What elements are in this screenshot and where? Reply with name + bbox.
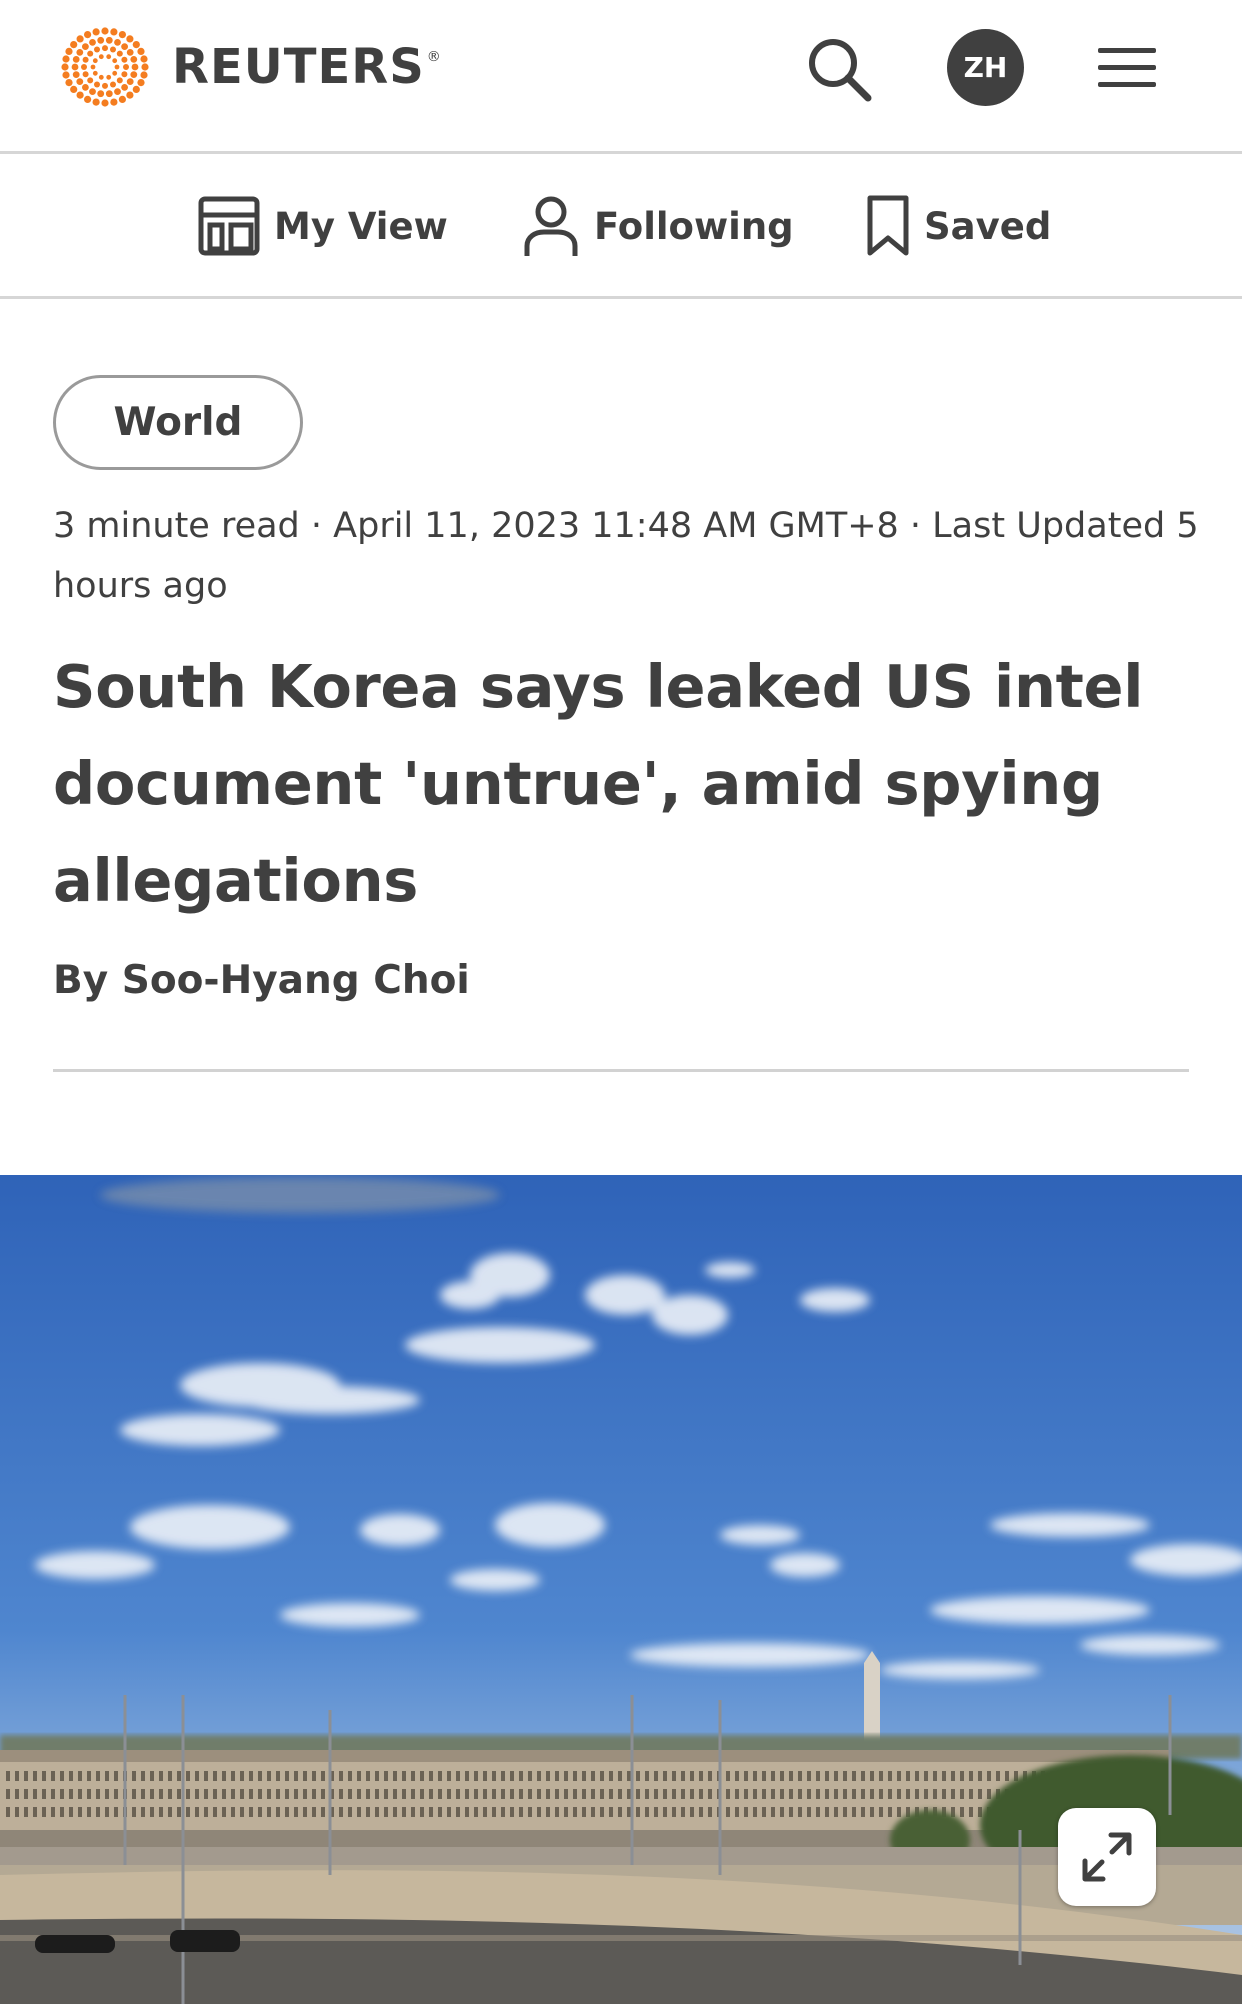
top-bar: REUTERS ® ZH [0, 0, 1242, 154]
nav-following[interactable]: Following [522, 194, 794, 258]
search-icon [809, 39, 872, 102]
brand-name-text: REUTERS [172, 39, 425, 95]
sub-navigation: My View Following Saved [0, 154, 1242, 299]
expand-image-button[interactable] [1058, 1808, 1156, 1906]
search-button[interactable] [804, 34, 874, 104]
pentagon-photo [0, 1175, 1242, 2004]
reuters-logo-icon [61, 27, 149, 107]
brand-name: REUTERS ® [172, 39, 442, 95]
avatar[interactable]: ZH [947, 29, 1024, 106]
hamburger-menu-icon [1098, 48, 1156, 87]
section-tag-world[interactable]: World [53, 375, 303, 470]
nav-my-view-label: My View [274, 204, 448, 248]
divider [53, 1069, 1189, 1072]
registered-mark: ® [426, 49, 442, 65]
hero-image[interactable] [0, 1175, 1242, 2004]
article-headline: South Korea says leaked US intel documen… [53, 652, 1144, 915]
nav-following-label: Following [594, 204, 794, 248]
menu-button[interactable] [1096, 44, 1158, 92]
person-icon [524, 196, 578, 256]
author-byline[interactable]: By Soo-Hyang Choi [53, 958, 470, 1003]
reuters-logo[interactable]: REUTERS ® [54, 22, 442, 112]
layout-icon [198, 196, 260, 256]
nav-my-view[interactable]: My View [198, 194, 448, 258]
bookmark-icon [867, 195, 909, 256]
article-meta: 3 minute read · April 11, 2023 11:48 AM … [53, 506, 1199, 606]
expand-icon [1082, 1832, 1132, 1882]
nav-saved[interactable]: Saved [866, 194, 1051, 258]
nav-saved-label: Saved [924, 204, 1052, 248]
